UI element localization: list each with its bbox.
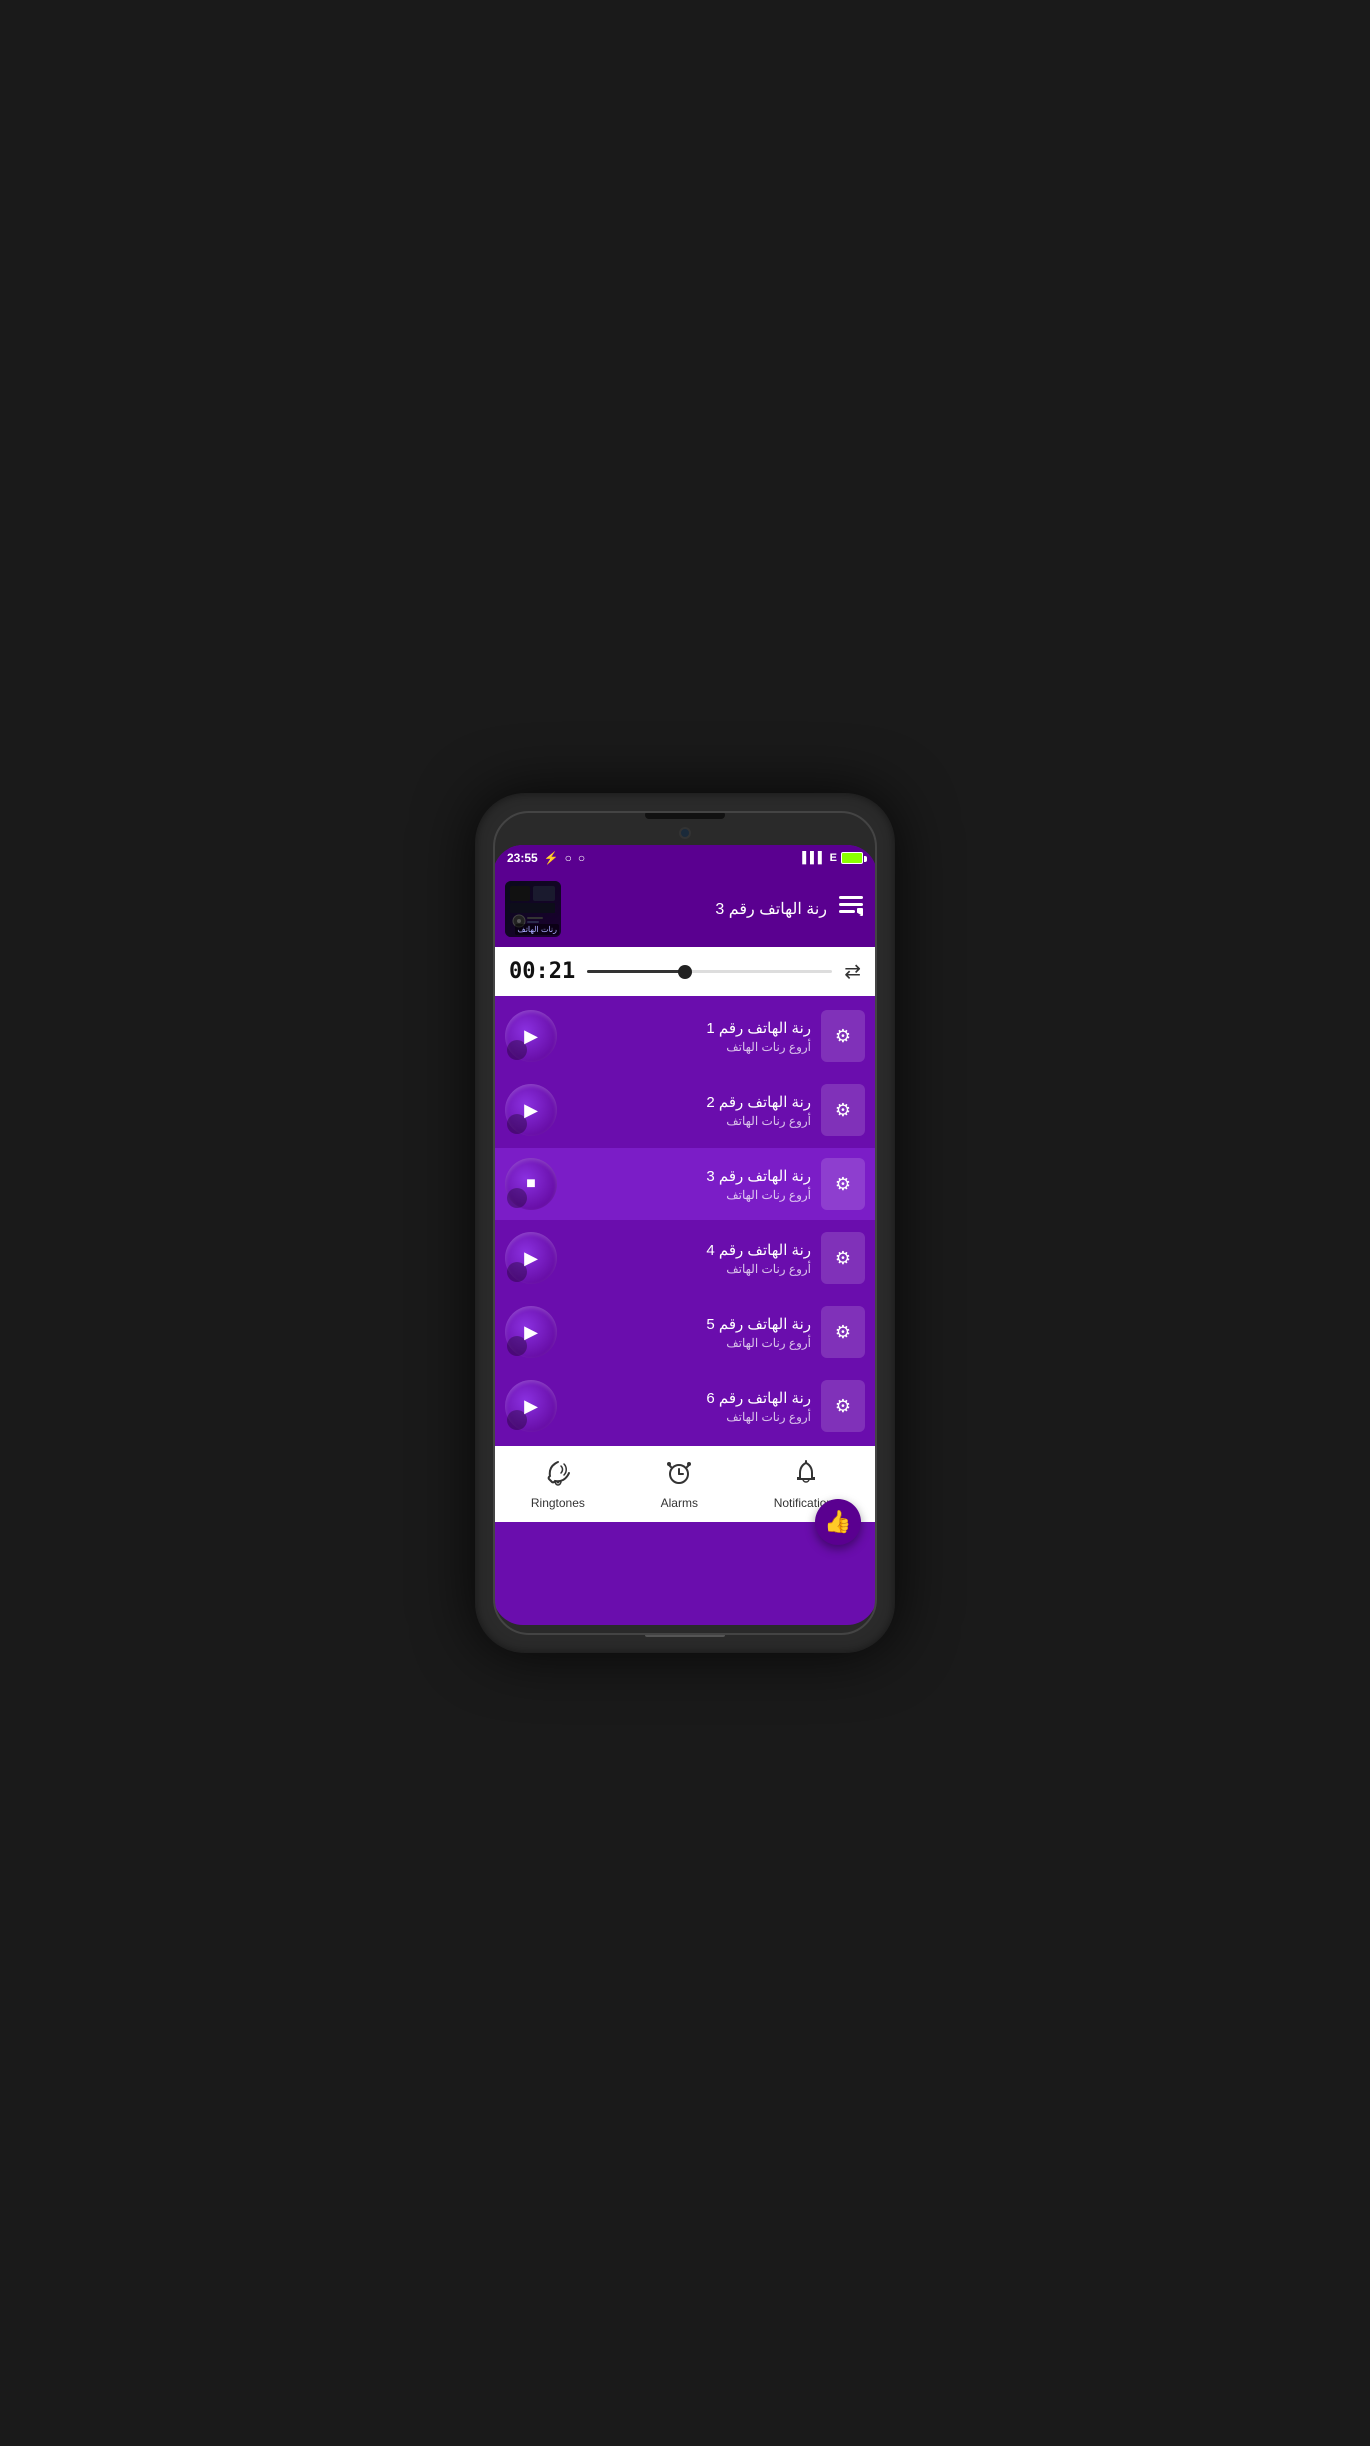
settings-icon-2[interactable]: ⚙	[835, 1100, 851, 1121]
song-list: ▶ رنة الهاتف رقم 1 أروع رنات الهاتف ⚙ ▶ …	[493, 996, 877, 1446]
song-info-5: رنة الهاتف رقم 5 أروع رنات الهاتف	[567, 1315, 811, 1350]
play-button-6[interactable]: ▶	[505, 1380, 557, 1432]
song-title-6: رنة الهاتف رقم 6	[567, 1389, 811, 1407]
song-item-3[interactable]: ■ رنة الهاتف رقم 3 أروع رنات الهاتف ⚙	[493, 1148, 877, 1220]
play-icon-6: ▶	[524, 1396, 538, 1417]
play-button-5[interactable]: ▶	[505, 1306, 557, 1358]
album-art-label: رنات الهاتف	[515, 924, 559, 935]
settings-container-4[interactable]: ⚙	[821, 1232, 865, 1284]
song-info-6: رنة الهاتف رقم 6 أروع رنات الهاتف	[567, 1389, 811, 1424]
circle-icon-1: ○	[565, 851, 572, 865]
alarms-label: Alarms	[661, 1496, 698, 1510]
song-item-5[interactable]: ▶ رنة الهاتف رقم 5 أروع رنات الهاتف ⚙	[493, 1296, 877, 1368]
song-subtitle-6: أروع رنات الهاتف	[567, 1410, 811, 1424]
play-icon-5: ▶	[524, 1322, 538, 1343]
song-item-4[interactable]: ▶ رنة الهاتف رقم 4 أروع رنات الهاتف ⚙	[493, 1222, 877, 1294]
progress-bar[interactable]	[587, 970, 832, 973]
song-title-1: رنة الهاتف رقم 1	[567, 1019, 811, 1037]
song-title-2: رنة الهاتف رقم 2	[567, 1093, 811, 1111]
battery-icon	[841, 852, 863, 864]
signal-icon: ▌▌▌	[802, 852, 825, 864]
play-icon-2: ▶	[524, 1100, 538, 1121]
song-subtitle-1: أروع رنات الهاتف	[567, 1040, 811, 1054]
settings-icon-5[interactable]: ⚙	[835, 1322, 851, 1343]
ringtone-nav-icon	[545, 1460, 571, 1492]
nav-item-ringtones[interactable]: Ringtones	[511, 1456, 605, 1514]
settings-container-6[interactable]: ⚙	[821, 1380, 865, 1432]
nav-item-alarms[interactable]: Alarms	[641, 1456, 718, 1514]
album-art: رنات الهاتف	[505, 881, 561, 937]
ringtones-label: Ringtones	[531, 1496, 585, 1510]
speaker	[645, 811, 725, 819]
song-item-1[interactable]: ▶ رنة الهاتف رقم 1 أروع رنات الهاتف ⚙	[493, 1000, 877, 1072]
notification-nav-icon	[793, 1460, 819, 1492]
time-elapsed: 00:21	[509, 959, 575, 984]
play-icon-4: ▶	[524, 1248, 538, 1269]
play-icon-1: ▶	[524, 1026, 538, 1047]
settings-icon-4[interactable]: ⚙	[835, 1248, 851, 1269]
song-info-2: رنة الهاتف رقم 2 أروع رنات الهاتف	[567, 1093, 811, 1128]
repeat-icon[interactable]: ⇄	[844, 959, 861, 984]
status-right: ▌▌▌ E	[802, 852, 863, 864]
play-button-2[interactable]: ▶	[505, 1084, 557, 1136]
play-button-3[interactable]: ■	[505, 1158, 557, 1210]
alarm-nav-icon	[666, 1460, 692, 1492]
song-info-3: رنة الهاتف رقم 3 أروع رنات الهاتف	[567, 1167, 811, 1202]
settings-icon-3[interactable]: ⚙	[835, 1174, 851, 1195]
song-item-2[interactable]: ▶ رنة الهاتف رقم 2 أروع رنات الهاتف ⚙	[493, 1074, 877, 1146]
network-type: E	[830, 852, 837, 864]
circle-icon-2: ○	[578, 851, 585, 865]
progress-fill	[587, 970, 685, 973]
status-bar: 23:55 ⚡ ○ ○ ▌▌▌ E	[493, 845, 877, 871]
song-item-6[interactable]: ▶ رنة الهاتف رقم 6 أروع رنات الهاتف ⚙	[493, 1370, 877, 1442]
lightning-icon: ⚡	[544, 851, 559, 865]
screen: 23:55 ⚡ ○ ○ ▌▌▌ E	[493, 845, 877, 1625]
play-button-4[interactable]: ▶	[505, 1232, 557, 1284]
settings-container-3[interactable]: ⚙	[821, 1158, 865, 1210]
song-subtitle-4: أروع رنات الهاتف	[567, 1262, 811, 1276]
queue-icon[interactable]	[837, 892, 865, 926]
settings-container-1[interactable]: ⚙	[821, 1010, 865, 1062]
now-playing-title: رنة الهاتف رقم 3	[571, 899, 827, 919]
stop-icon-3: ■	[526, 1175, 536, 1193]
settings-container-2[interactable]: ⚙	[821, 1084, 865, 1136]
song-info-1: رنة الهاتف رقم 1 أروع رنات الهاتف	[567, 1019, 811, 1054]
song-subtitle-2: أروع رنات الهاتف	[567, 1114, 811, 1128]
song-subtitle-5: أروع رنات الهاتف	[567, 1336, 811, 1350]
song-title-5: رنة الهاتف رقم 5	[567, 1315, 811, 1333]
thumbs-up-fab[interactable]: 👍	[815, 1499, 861, 1545]
song-title-4: رنة الهاتف رقم 4	[567, 1241, 811, 1259]
settings-icon-1[interactable]: ⚙	[835, 1026, 851, 1047]
time-display: 23:55	[507, 851, 538, 865]
song-title-3: رنة الهاتف رقم 3	[567, 1167, 811, 1185]
progress-thumb[interactable]	[678, 965, 692, 979]
progress-area: 00:21 ⇄	[493, 947, 877, 996]
now-playing-header: رنات الهاتف رنة الهاتف رقم 3	[493, 871, 877, 947]
song-subtitle-3: أروع رنات الهاتف	[567, 1188, 811, 1202]
phone-frame: 23:55 ⚡ ○ ○ ▌▌▌ E	[475, 793, 895, 1653]
camera	[679, 827, 691, 839]
thumbs-up-icon: 👍	[824, 1509, 851, 1535]
home-indicator[interactable]	[645, 1633, 725, 1637]
status-left: 23:55 ⚡ ○ ○	[507, 851, 585, 865]
settings-container-5[interactable]: ⚙	[821, 1306, 865, 1358]
song-info-4: رنة الهاتف رقم 4 أروع رنات الهاتف	[567, 1241, 811, 1276]
settings-icon-6[interactable]: ⚙	[835, 1396, 851, 1417]
play-button-1[interactable]: ▶	[505, 1010, 557, 1062]
